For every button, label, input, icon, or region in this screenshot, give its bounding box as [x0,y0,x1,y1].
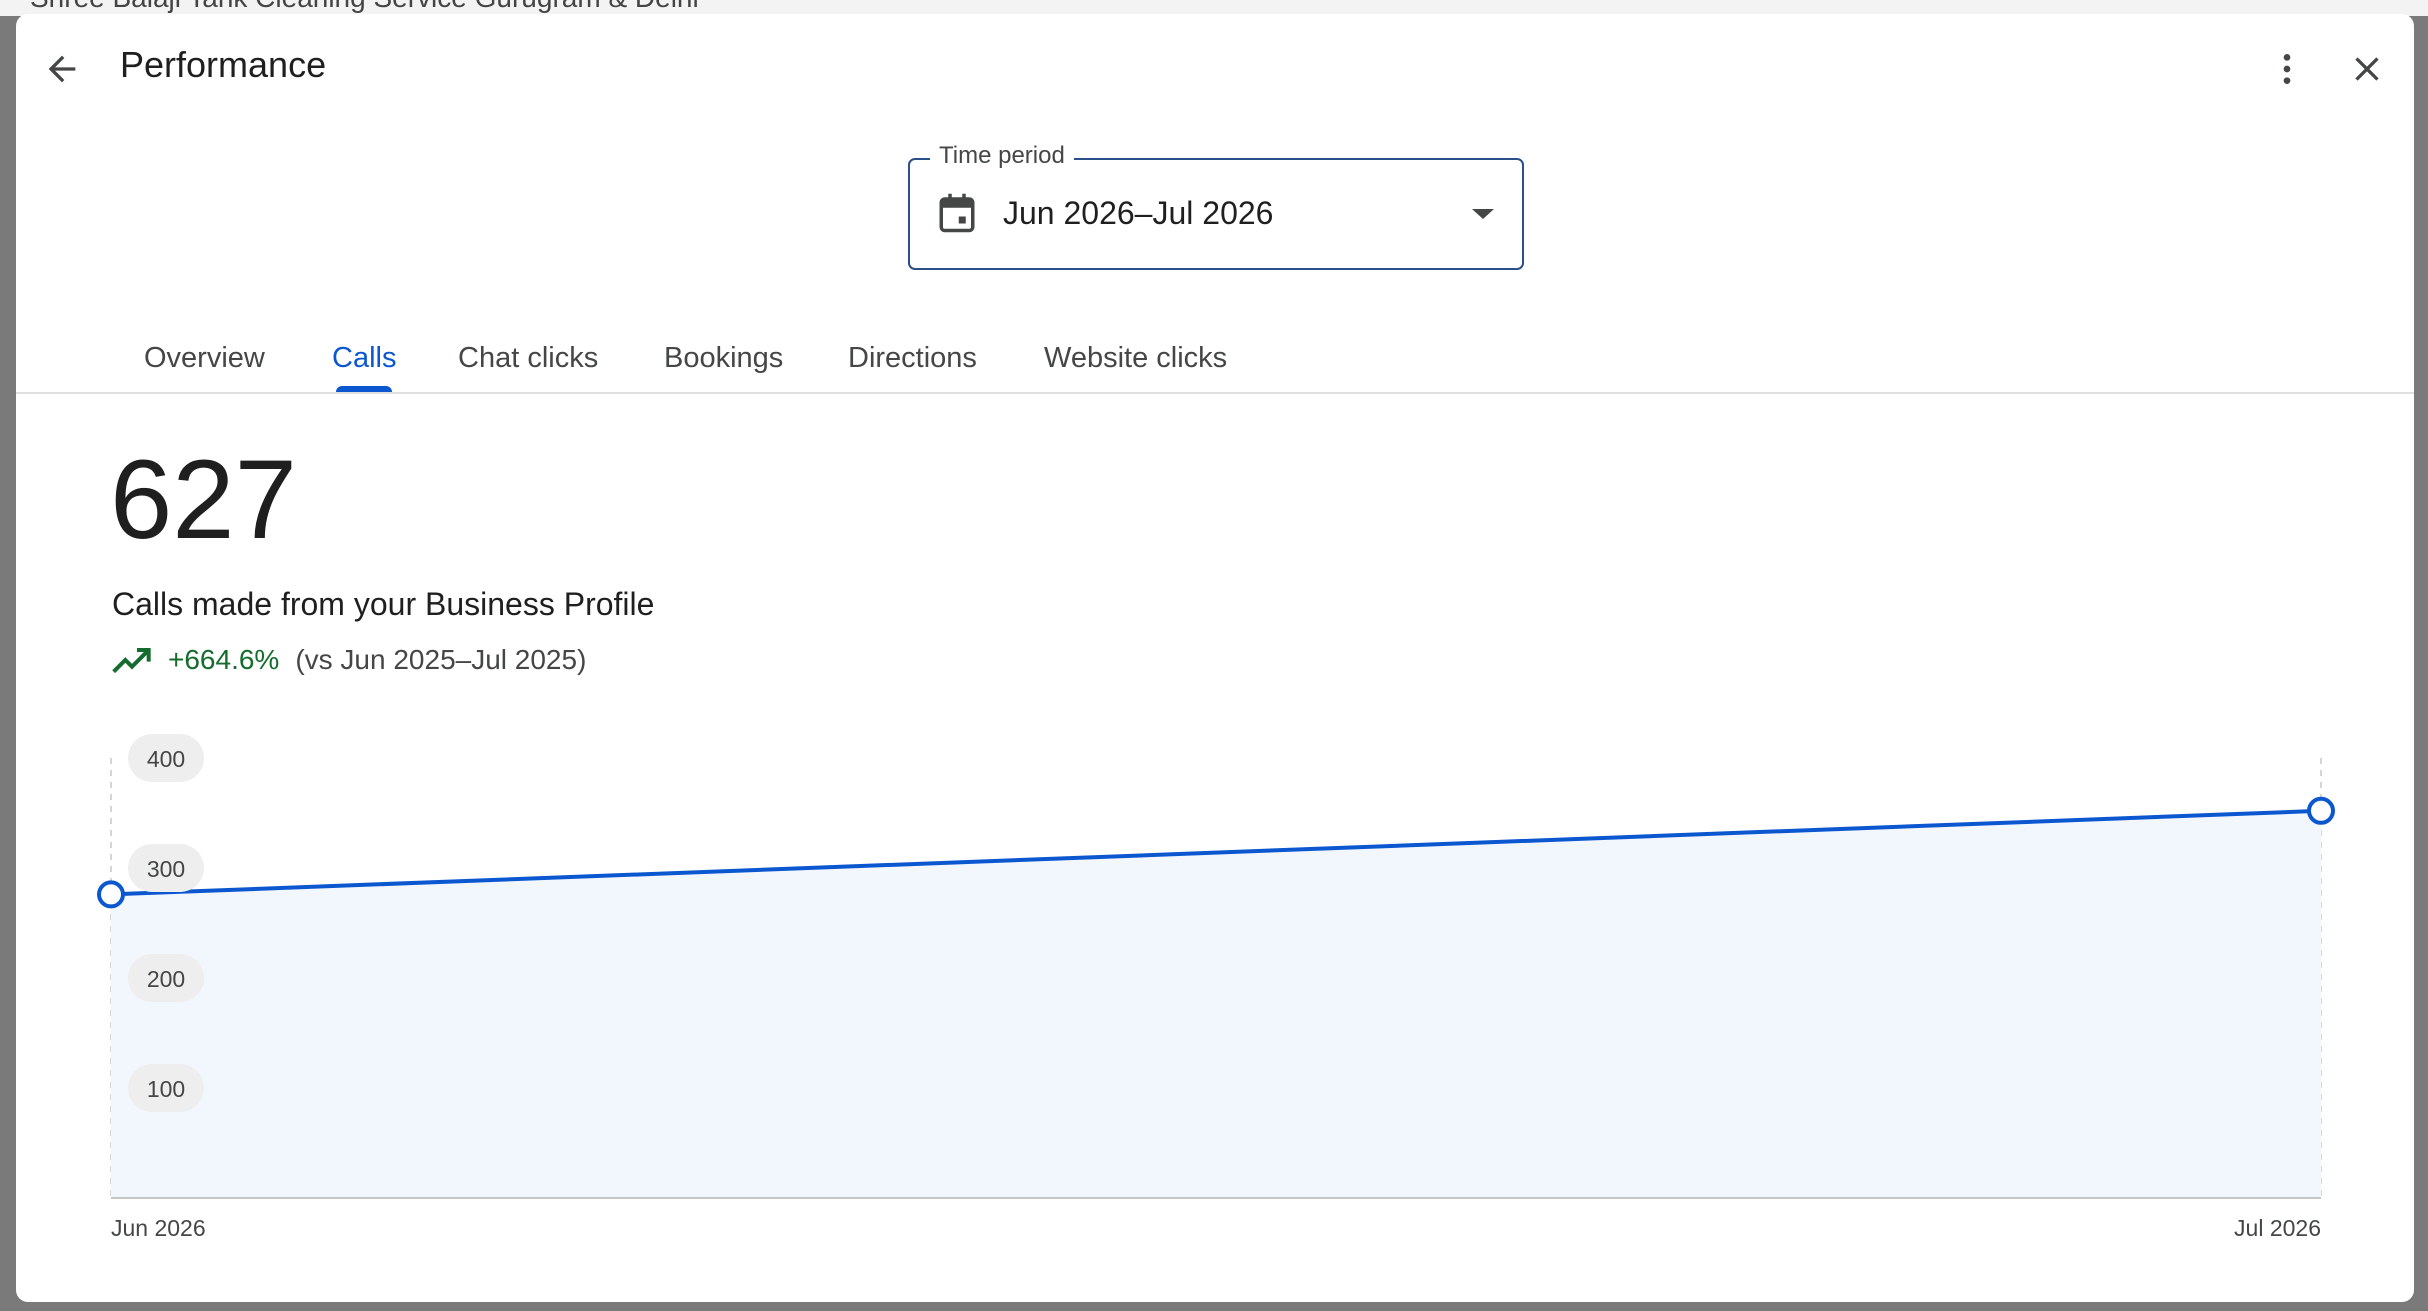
time-period-label: Time period [930,142,1074,170]
metric-value: 627 [110,437,297,562]
y-tick-label: 100 [147,1076,185,1102]
y-tick-label: 400 [147,746,185,772]
y-tick-pill [128,734,204,782]
metric-label: Calls made from your Business Profile [112,586,655,622]
time-period-value: Jun 2026–Jul 2026 [1003,195,1274,231]
change-comparison: (vs Jun 2025–Jul 2025) [295,644,587,675]
close-icon [2355,57,2379,81]
tab-overview[interactable]: Overview [144,342,265,375]
more-options-button[interactable] [2252,34,2322,104]
y-tick-pill [128,844,204,892]
dropdown-arrow-icon [1470,206,1496,227]
active-tab-indicator [336,386,392,392]
calendar-icon [936,190,978,241]
x-tick-label: Jun 2026 [111,1215,206,1241]
more-vert-icon [2283,54,2291,84]
back-button[interactable] [27,34,97,104]
y-tick-pill [128,1064,204,1112]
tab-directions[interactable]: Directions [848,342,977,375]
y-tick-pill [128,954,204,1002]
performance-dialog: Performance Time period Jun 2026–Jul 202… [16,14,2414,1302]
data-point [97,880,125,909]
y-tick-label: 200 [147,966,185,992]
series-line [110,808,2322,897]
change-percent: +664.6% [168,644,280,675]
background-page-text: Shree Balaji Tank Cleaning Service Gurug… [30,0,699,14]
data-point [2307,796,2335,825]
dialog-title: Performance [120,44,327,85]
tab-bookings[interactable]: Bookings [664,342,783,375]
metric-change: +664.6% (vs Jun 2025–Jul 2025) [112,640,586,680]
close-button[interactable] [2332,34,2402,104]
trending-up-icon [112,640,152,680]
tab-website-clicks[interactable]: Website clicks [1044,342,1227,375]
arrow-back-icon [48,55,76,83]
tab-calls[interactable]: Calls [332,342,396,375]
tab-chat-clicks[interactable]: Chat clicks [458,342,598,375]
metric-tabs: Overview Calls Chat clicks Bookings Dire… [16,310,2414,394]
y-tick-label: 300 [147,856,185,882]
chart-area [111,810,2321,1198]
time-period-select[interactable]: Time period Jun 2026–Jul 2026 [908,142,1524,270]
dialog-header: Performance [16,14,2414,124]
x-tick-label: Jul 2026 [2234,1215,2321,1241]
